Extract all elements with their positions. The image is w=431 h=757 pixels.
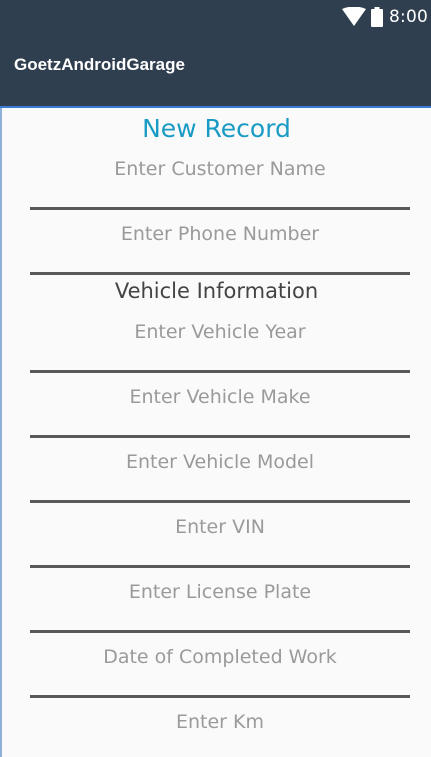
vehicle-model-field[interactable]: Enter Vehicle Model xyxy=(30,451,410,503)
vin-field[interactable]: Enter VIN xyxy=(30,516,410,568)
completed-work-date-placeholder: Date of Completed Work xyxy=(103,646,337,668)
vehicle-model-placeholder: Enter Vehicle Model xyxy=(125,451,315,473)
wifi-icon xyxy=(341,6,367,27)
device-screen: 8:00 GoetzAndroidGarage New Record Enter… xyxy=(0,0,431,757)
status-icons: 8:00 xyxy=(341,5,431,29)
vehicle-year-placeholder: Enter Vehicle Year xyxy=(134,321,306,343)
vehicle-make-field[interactable]: Enter Vehicle Make xyxy=(30,386,410,438)
battery-icon xyxy=(371,7,384,27)
phone-number-placeholder: Enter Phone Number xyxy=(120,223,320,245)
license-plate-field[interactable]: Enter License Plate xyxy=(30,581,410,633)
license-plate-placeholder: Enter License Plate xyxy=(128,581,312,603)
status-time: 8:00 xyxy=(389,7,428,27)
customer-name-field[interactable]: Enter Customer Name xyxy=(30,158,410,210)
vehicle-information-heading: Vehicle Information xyxy=(114,279,319,303)
phone-number-field[interactable]: Enter Phone Number xyxy=(30,223,410,275)
customer-name-underline xyxy=(30,207,410,210)
app-bar: GoetzAndroidGarage xyxy=(0,34,431,108)
vin-placeholder: Enter VIN xyxy=(175,516,265,538)
vehicle-make-placeholder: Enter Vehicle Make xyxy=(129,386,311,408)
vehicle-year-underline xyxy=(30,370,410,373)
app-title: GoetzAndroidGarage xyxy=(14,55,185,74)
phone-number-underline xyxy=(30,272,410,275)
status-bar: 8:00 xyxy=(0,0,431,34)
km-placeholder: Enter Km xyxy=(175,711,264,733)
vehicle-model-underline xyxy=(30,500,410,503)
vehicle-year-field[interactable]: Enter Vehicle Year xyxy=(30,321,410,373)
license-plate-underline xyxy=(30,630,410,633)
completed-work-date-underline xyxy=(30,695,410,698)
form-title: New Record xyxy=(142,114,291,143)
completed-work-date-field[interactable]: Date of Completed Work xyxy=(30,646,410,698)
customer-name-placeholder: Enter Customer Name xyxy=(114,158,326,180)
vin-underline xyxy=(30,565,410,568)
vehicle-make-underline xyxy=(30,435,410,438)
km-field[interactable]: Enter Km xyxy=(30,711,410,757)
new-record-form: New Record Enter Customer Name Enter Pho… xyxy=(0,108,431,757)
